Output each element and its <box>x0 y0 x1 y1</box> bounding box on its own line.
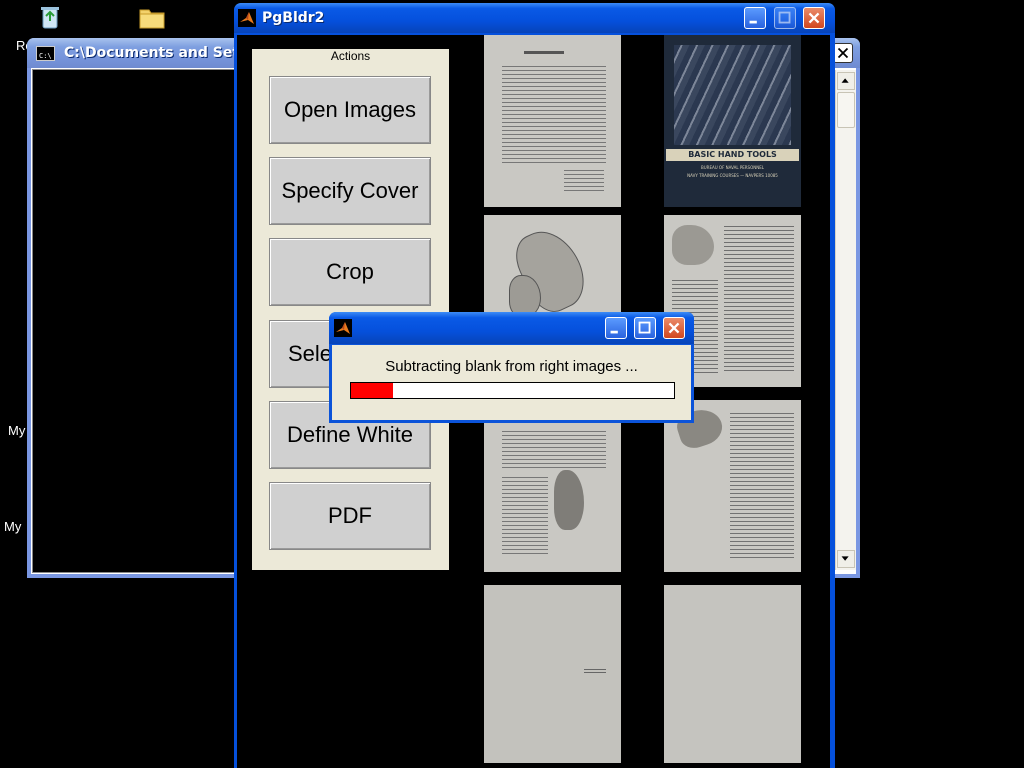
progress-dialog-titlebar[interactable] <box>329 312 694 344</box>
pdf-button[interactable]: PDF <box>269 482 431 550</box>
text-block <box>502 63 606 163</box>
page-illustration <box>554 470 584 530</box>
scrollbar-thumb[interactable] <box>837 92 855 128</box>
text-block <box>724 223 794 373</box>
minimize-button[interactable] <box>744 7 766 29</box>
text-block <box>502 474 548 554</box>
matlab-icon <box>238 9 256 27</box>
pgbldr-titlebar[interactable]: PgBldr2 <box>234 3 835 33</box>
command-prompt-close-button[interactable] <box>833 43 853 63</box>
recycle-bin-icon[interactable] <box>36 3 64 31</box>
thumbnail-page-4[interactable] <box>484 400 621 572</box>
progress-dialog-body: Subtracting blank from right images ... <box>332 345 691 420</box>
matlab-icon <box>334 319 352 337</box>
thumbnail-cover[interactable]: BASIC HAND TOOLS BUREAU OF NAVAL PERSONN… <box>664 35 801 207</box>
progress-dialog[interactable]: Subtracting blank from right images ... <box>329 312 694 423</box>
cover-subtitle-2: NAVY TRAINING COURSES — NAVPERS 10085 <box>687 173 778 178</box>
cover-illustration <box>674 45 791 145</box>
dialog-minimize-button[interactable] <box>605 317 627 339</box>
text-block <box>502 428 606 468</box>
page-caption <box>584 667 606 673</box>
actions-panel: Actions Open Images Specify Cover Crop S… <box>252 49 449 570</box>
cover-subtitle: BUREAU OF NAVAL PERSONNEL <box>701 165 764 170</box>
crop-button[interactable]: Crop <box>269 238 431 306</box>
console-icon: C:\ <box>36 46 55 61</box>
vertical-scrollbar[interactable] <box>835 70 856 570</box>
text-block <box>730 410 794 560</box>
cover-band: BASIC HAND TOOLS <box>666 149 799 161</box>
page-illustration <box>672 225 714 265</box>
actions-panel-title: Actions <box>330 49 371 63</box>
svg-text:C:\: C:\ <box>39 52 52 60</box>
progress-bar-fill <box>351 383 393 398</box>
thumbnail-page-7[interactable] <box>664 585 801 763</box>
text-block <box>564 167 604 193</box>
close-button[interactable] <box>803 7 825 29</box>
dialog-maximize-button[interactable] <box>634 317 656 339</box>
page-illustration <box>509 275 541 317</box>
thumbnail-page-6[interactable] <box>484 585 621 763</box>
pgbldr-title: PgBldr2 <box>262 10 325 26</box>
open-images-button[interactable]: Open Images <box>269 76 431 144</box>
scroll-down-button[interactable] <box>837 550 855 568</box>
maximize-button[interactable] <box>774 7 796 29</box>
command-prompt-title: C:\Documents and Setti <box>64 45 251 61</box>
dialog-close-button[interactable] <box>663 317 685 339</box>
desktop-label-my-1: My <box>8 423 26 438</box>
desktop-label-my-2: My <box>4 519 22 534</box>
folder-icon[interactable] <box>138 4 166 32</box>
console-output[interactable] <box>32 69 236 573</box>
progress-message: Subtracting blank from right images ... <box>385 358 638 375</box>
scroll-up-button[interactable] <box>837 72 855 90</box>
progress-bar <box>350 382 675 399</box>
specify-cover-button[interactable]: Specify Cover <box>269 157 431 225</box>
thumbnail-page-1[interactable] <box>484 35 621 207</box>
thumbnail-page-5[interactable] <box>664 400 801 572</box>
